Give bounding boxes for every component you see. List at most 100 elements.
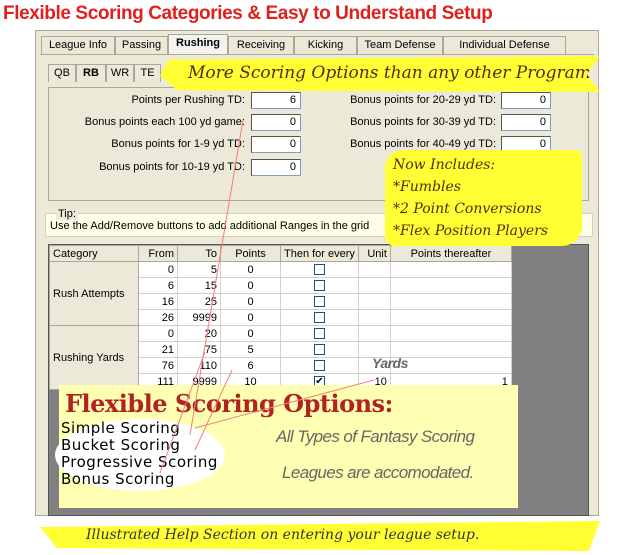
field-input[interactable]: 0 <box>251 136 301 153</box>
field-input[interactable]: 0 <box>251 159 301 176</box>
points-cell[interactable]: 5 <box>220 341 281 358</box>
field-input[interactable]: 6 <box>251 92 301 109</box>
subtab-wr[interactable]: WR <box>106 64 134 82</box>
flex-title: Flexible Scoring Options: <box>65 389 393 418</box>
points-thereafter-cell[interactable] <box>389 277 512 294</box>
points-cell[interactable]: 0 <box>220 277 281 294</box>
now-includes-item: Now Includes: <box>393 157 496 173</box>
ranges-table: Category From To Points Then for every Unit Po… <box>49 245 512 390</box>
to-cell[interactable]: 20 <box>177 325 221 342</box>
then-for-every-cell[interactable] <box>280 277 359 294</box>
points-thereafter-cell[interactable] <box>389 341 512 358</box>
from-cell[interactable]: 16 <box>138 293 178 310</box>
then-for-every-cell[interactable] <box>280 309 359 326</box>
tip-label: Tip: <box>56 208 78 220</box>
table-row[interactable]: Rushing Yards 0 20 0 <box>49 325 512 390</box>
tab-passing[interactable]: Passing <box>115 36 168 54</box>
now-includes-item: *Fumbles <box>393 179 461 195</box>
now-includes-callout: Now Includes: *Fumbles *2 Point Conversion… <box>385 150 582 246</box>
help-text: Illustrated Help Section on entering you… <box>86 527 480 543</box>
from-cell[interactable]: 6 <box>138 277 178 294</box>
unit-cell[interactable] <box>357 261 391 278</box>
then-for-every-cell[interactable] <box>280 357 359 374</box>
points-cell[interactable]: 0 <box>220 309 281 326</box>
flex-option: Simple Scoring <box>61 419 181 437</box>
subtab-qb[interactable]: QB <box>48 64 76 82</box>
column-header[interactable]: Points <box>220 245 281 262</box>
checkbox[interactable] <box>313 328 325 340</box>
tab-rushing[interactable]: Rushing <box>168 34 228 55</box>
points-thereafter-cell[interactable] <box>389 309 512 326</box>
from-cell[interactable]: 26 <box>138 309 178 326</box>
checkbox[interactable] <box>313 296 325 308</box>
to-cell[interactable]: 15 <box>177 277 221 294</box>
then-for-every-cell[interactable] <box>280 293 359 310</box>
points-thereafter-cell[interactable] <box>389 293 512 310</box>
unit-cell[interactable] <box>357 293 391 310</box>
tab-team-defense[interactable]: Team Defense <box>357 36 443 54</box>
to-cell[interactable]: 9999 <box>177 309 221 326</box>
from-cell[interactable]: 76 <box>138 357 178 374</box>
category-cell: Rushing Yards <box>49 325 139 390</box>
to-cell[interactable]: 75 <box>177 341 221 358</box>
from-cell[interactable]: 21 <box>138 341 178 358</box>
to-cell[interactable]: 5 <box>177 261 221 278</box>
field-label: Bonus points for 1-9 yd TD: <box>111 138 245 150</box>
more-options-text: More Scoring Options than any other Prog… <box>188 63 591 83</box>
then-for-every-cell[interactable] <box>280 341 359 358</box>
tab-individual-defense[interactable]: Individual Defense <box>443 36 566 54</box>
points-cell[interactable]: 0 <box>220 325 281 342</box>
flex-option: Progressive Scoring <box>61 453 218 471</box>
checkbox[interactable] <box>313 360 325 372</box>
points-thereafter-cell[interactable] <box>389 261 512 278</box>
field-label: Bonus points for 30-39 yd TD: <box>350 116 496 128</box>
checkbox[interactable] <box>313 280 325 292</box>
header-row: Category From To Points Then for every Unit Po… <box>49 245 512 262</box>
then-for-every-cell[interactable] <box>280 261 359 278</box>
column-header[interactable]: Then for every <box>280 245 359 262</box>
flex-option: Bucket Scoring <box>61 436 181 454</box>
unit-cell[interactable] <box>357 325 391 342</box>
from-cell[interactable]: 0 <box>138 261 178 278</box>
tip-text: Use the Add/Remove buttons to add additi… <box>50 220 370 232</box>
subtab-te[interactable]: TE <box>134 64 161 82</box>
then-for-every-cell[interactable] <box>280 325 359 342</box>
checkbox[interactable] <box>313 312 325 324</box>
points-cell[interactable]: 0 <box>220 261 281 278</box>
tab-league-info[interactable]: League Info <box>41 36 115 54</box>
unit-cell[interactable] <box>357 309 391 326</box>
field-input[interactable]: 0 <box>501 92 551 109</box>
now-includes-item: *2 Point Conversions <box>393 201 542 217</box>
field-input[interactable]: 0 <box>501 114 551 131</box>
more-options-banner: More Scoring Options than any other Prog… <box>160 56 600 92</box>
tab-receiving[interactable]: Receiving <box>228 36 294 54</box>
all-types-line2: Leagues are accomodated. <box>282 463 474 482</box>
help-banner: Illustrated Help Section on entering you… <box>40 521 600 551</box>
yards-callout: Yards <box>372 355 408 371</box>
subtab-rb[interactable]: RB <box>76 64 106 82</box>
table-row[interactable]: Rush Attempts 0 5 0 <box>49 261 512 326</box>
points-cell[interactable]: 0 <box>220 293 281 310</box>
column-header[interactable]: Points thereafter <box>389 245 512 262</box>
column-header[interactable]: Category <box>49 245 139 262</box>
checkbox[interactable] <box>313 344 325 356</box>
from-cell[interactable]: 0 <box>138 325 178 342</box>
to-cell[interactable]: 110 <box>177 357 221 374</box>
to-cell[interactable]: 25 <box>177 293 221 310</box>
points-cell[interactable]: 6 <box>220 357 281 374</box>
tab-kicking[interactable]: Kicking <box>294 36 357 54</box>
field-label: Bonus points for 10-19 yd TD: <box>99 161 245 173</box>
tab-divider <box>40 54 594 55</box>
field-input[interactable]: 0 <box>251 114 301 131</box>
column-header[interactable]: To <box>177 245 221 262</box>
checkbox[interactable] <box>313 264 325 276</box>
column-header[interactable]: Unit <box>357 245 391 262</box>
all-types-line1: All Types of Fantasy Scoring <box>276 427 475 446</box>
column-header[interactable]: From <box>138 245 178 262</box>
unit-cell[interactable] <box>357 277 391 294</box>
points-thereafter-cell[interactable] <box>389 325 512 342</box>
flexible-scoring-callout: Flexible Scoring Options: Simple Scoring… <box>55 385 518 508</box>
field-label: Bonus points for 40-49 yd TD: <box>350 138 496 150</box>
points-thereafter-cell[interactable] <box>389 357 512 374</box>
field-label: Points per Rushing TD: <box>131 94 245 106</box>
